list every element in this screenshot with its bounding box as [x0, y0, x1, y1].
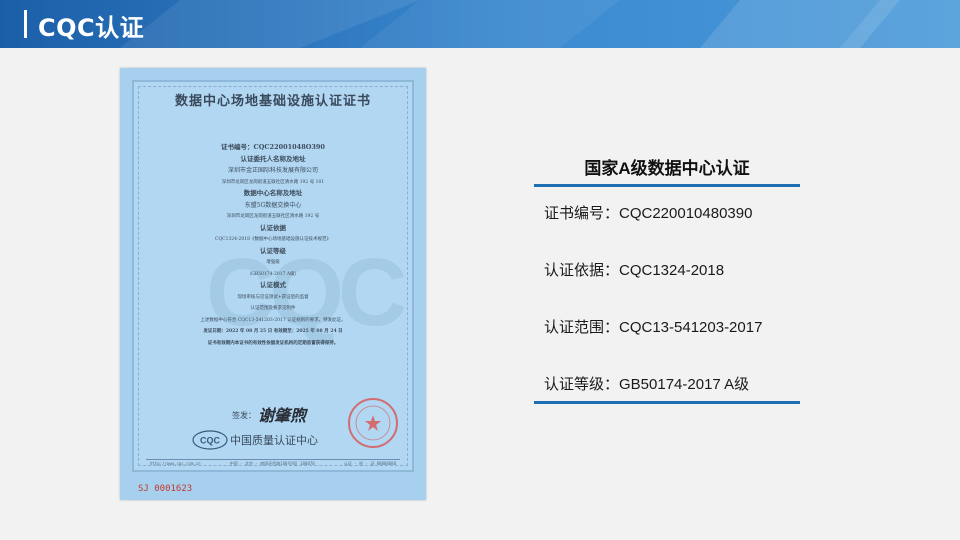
issuing-organization: 中国质量认证中心: [230, 434, 318, 447]
cert-level-standard: （GB50174-2017 A级）: [246, 271, 300, 277]
cert-dates: 发证日期：2022 年 08 月 25 日 有效期至：2025 年 08 月 2…: [203, 329, 343, 334]
cert-mode: 现场审核与见证测试+获证后的监督: [237, 294, 309, 300]
cert-level-heading: 认证等级: [260, 246, 286, 255]
cert-applicant-heading: 认证委托人名称及地址: [240, 154, 306, 163]
footer-address: 中国 · 北京 · 南四环西路188号9区 100070: [229, 461, 315, 466]
cqc-logo-text: CQC: [200, 436, 221, 446]
info-title: 国家A级数据中心认证: [584, 159, 750, 178]
serial-number: SJ 0001623: [138, 484, 193, 494]
info-cert-scope: 认证范围：CQC13-541203-2017: [544, 319, 763, 336]
cert-applicant-address: 深圳市龙岗区龙岗街道五联社区清水路 192 号 101: [221, 179, 325, 185]
cert-datacenter-name: 东盟5G数据交换中心: [244, 201, 302, 209]
footer-url: http://www.cqc.com.cn: [150, 461, 201, 466]
certificate-footer: http://www.cqc.com.cn 中国 · 北京 · 南四环西路188…: [150, 461, 396, 467]
info-top-rule: [534, 184, 800, 187]
info-cert-number: 证书编号：CQC220010480390: [544, 205, 753, 222]
certificate-body: 证书编号：CQC22001048O390 认证委托人名称及地址 深圳市金正国际科…: [120, 142, 426, 349]
certificate-image: CQC 数据中心场地基础设施认证证书 证书编号：CQC22001048O390 …: [120, 68, 426, 500]
header-accent-bar: [24, 10, 27, 38]
cert-validity-note: 证书有效期内本证书的有效性依据发证机构的定期监督获得保持。: [207, 340, 339, 346]
cert-basis: CQC1324-2018《数据中心场地基础设施认证技术规范》: [215, 237, 331, 242]
signatory-label: 签发：: [232, 411, 256, 420]
cert-scope-note: 认证范围及要求见附件: [250, 306, 296, 311]
info-bottom-rule: [534, 401, 800, 404]
cert-number: 证书编号：CQC22001048O390: [221, 143, 325, 151]
cert-statement: 上述数据中心符合 CQC13-541203-2017 认证规则的要求，特发此证。: [200, 317, 346, 323]
footer-contact: 认证 · 检 · 证 88888888: [343, 461, 396, 466]
info-cert-basis: 认证依据：CQC1324-2018: [544, 262, 725, 279]
page-title: CQC认证: [38, 14, 145, 42]
cert-datacenter-heading: 数据中心名称及地址: [243, 189, 303, 197]
cert-basis-heading: 认证依据: [260, 223, 286, 232]
cqc-logo-icon: CQC: [192, 430, 228, 450]
header-banner: CQC认证: [0, 0, 960, 48]
cert-applicant-name: 深圳市金正国际科技发展有限公司: [227, 167, 318, 174]
info-cert-level: 认证等级：GB50174-2017 A级: [544, 376, 750, 393]
signature: 谢肇煦: [258, 406, 307, 425]
certificate-title: 数据中心场地基础设施认证证书: [174, 94, 371, 109]
cert-level: 增强级: [266, 260, 280, 265]
cert-datacenter-address: 深圳市龙岗区龙岗街道五联社区清水路 192 号: [226, 214, 320, 219]
footer-divider: [146, 459, 400, 460]
seal-stamp-icon: [348, 398, 398, 448]
cert-mode-heading: 认证模式: [260, 281, 286, 289]
